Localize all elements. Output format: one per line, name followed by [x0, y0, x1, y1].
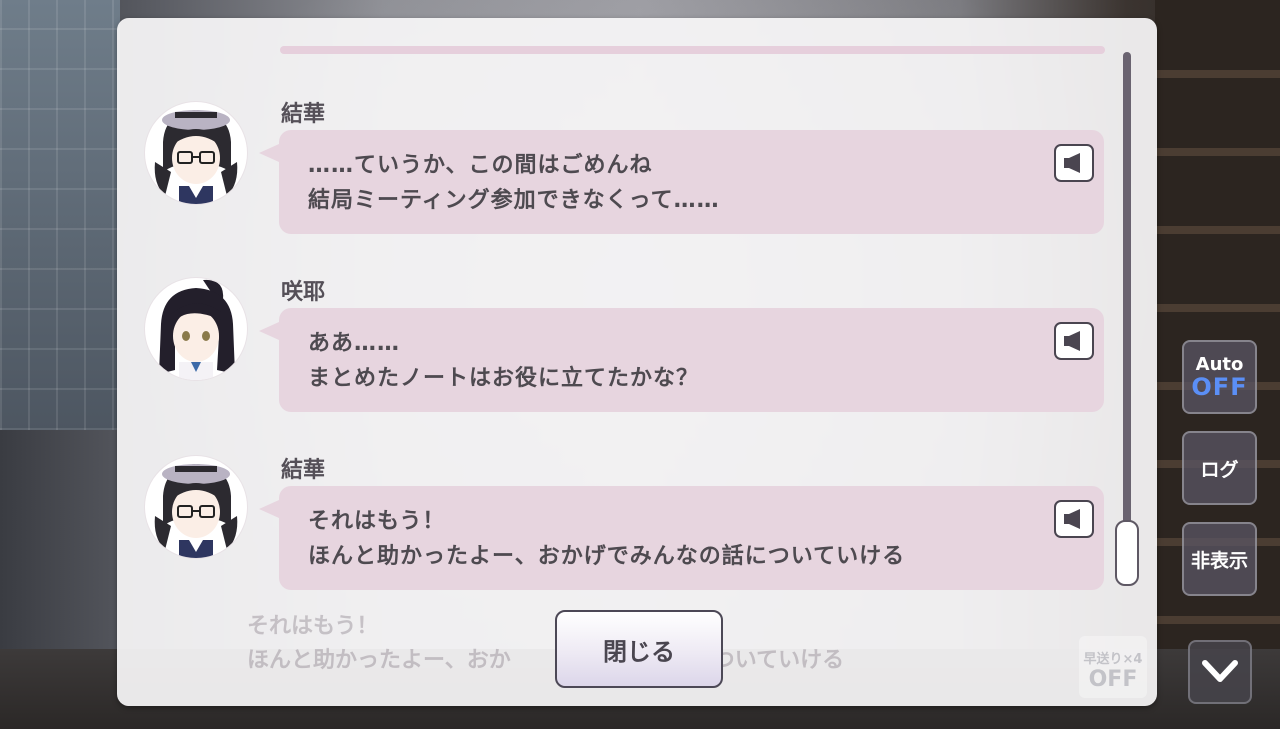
- dialogue-line: ……ていうか、この間はごめんね: [308, 153, 653, 178]
- hide-button[interactable]: 非表示: [1182, 522, 1257, 596]
- auto-state: OFF: [1191, 373, 1248, 401]
- close-button-label: 閉じる: [603, 637, 675, 666]
- background-dialogue-line: ほんと助かったよー、おか についていける: [247, 648, 845, 673]
- log-button[interactable]: ログ: [1182, 431, 1257, 505]
- hide-button-label: 非表示: [1190, 549, 1248, 572]
- yuika-portrait: [154, 464, 238, 558]
- dialogue-line: ほんと助かったよー、おかげでみんなの話についていける: [308, 544, 906, 569]
- speaker-icon: [1064, 509, 1080, 529]
- auto-label: Auto: [1195, 354, 1244, 375]
- dialogue-bubble: それはもう！ ほんと助かったよー、おかげでみんなの話についていける: [259, 486, 1104, 590]
- auto-button[interactable]: Auto OFF: [1182, 340, 1257, 414]
- background-fast-forward: 早送り×4 OFF: [1079, 636, 1147, 698]
- close-button[interactable]: 閉じる: [555, 610, 723, 688]
- dialogue-bubble: ……ていうか、この間はごめんね 結局ミーティング参加できなくって……: [259, 130, 1104, 234]
- dialogue-line: 結局ミーティング参加できなくって……: [308, 188, 720, 213]
- backlog-panel: それはもう！ ほんと助かったよー、おか についていける 早送り×4 OFF 結華…: [117, 18, 1157, 706]
- fast-forward-state: OFF: [1088, 667, 1138, 692]
- speaker-icon: [1064, 153, 1080, 173]
- log-button-label: ログ: [1200, 458, 1239, 481]
- background-dialogue-line: それはもう！: [247, 614, 379, 639]
- sakuya-portrait: [159, 279, 235, 380]
- voice-replay-button[interactable]: [1054, 144, 1094, 182]
- avatar-sakuya: [145, 278, 247, 380]
- fast-forward-label: 早送り×4: [1083, 652, 1143, 667]
- avatar-yuika: [145, 456, 247, 558]
- scrollbar-track[interactable]: [1123, 52, 1131, 572]
- yuika-portrait: [154, 110, 238, 204]
- speaker-name: 結華: [281, 102, 326, 127]
- dialogue-line: それはもう！: [308, 509, 446, 534]
- chevron-down-icon: [1202, 660, 1238, 682]
- background-window: [0, 0, 120, 430]
- previous-entry-edge: [280, 46, 1105, 54]
- speaker-name: 結華: [281, 458, 326, 483]
- scrollbar-thumb[interactable]: [1115, 520, 1139, 586]
- voice-replay-button[interactable]: [1054, 322, 1094, 360]
- dialogue-bubble: ああ…… まとめたノートはお役に立てたかな？: [259, 308, 1104, 412]
- advance-button[interactable]: [1188, 640, 1252, 704]
- voice-replay-button[interactable]: [1054, 500, 1094, 538]
- speaker-name: 咲耶: [281, 280, 326, 305]
- speaker-icon: [1064, 331, 1080, 351]
- background-dialogue: それはもう！ ほんと助かったよー、おか についていける: [247, 610, 844, 678]
- dialogue-line: ああ……: [308, 331, 401, 356]
- dialogue-line: まとめたノートはお役に立てたかな？: [308, 366, 700, 391]
- avatar-yuika: [145, 102, 247, 204]
